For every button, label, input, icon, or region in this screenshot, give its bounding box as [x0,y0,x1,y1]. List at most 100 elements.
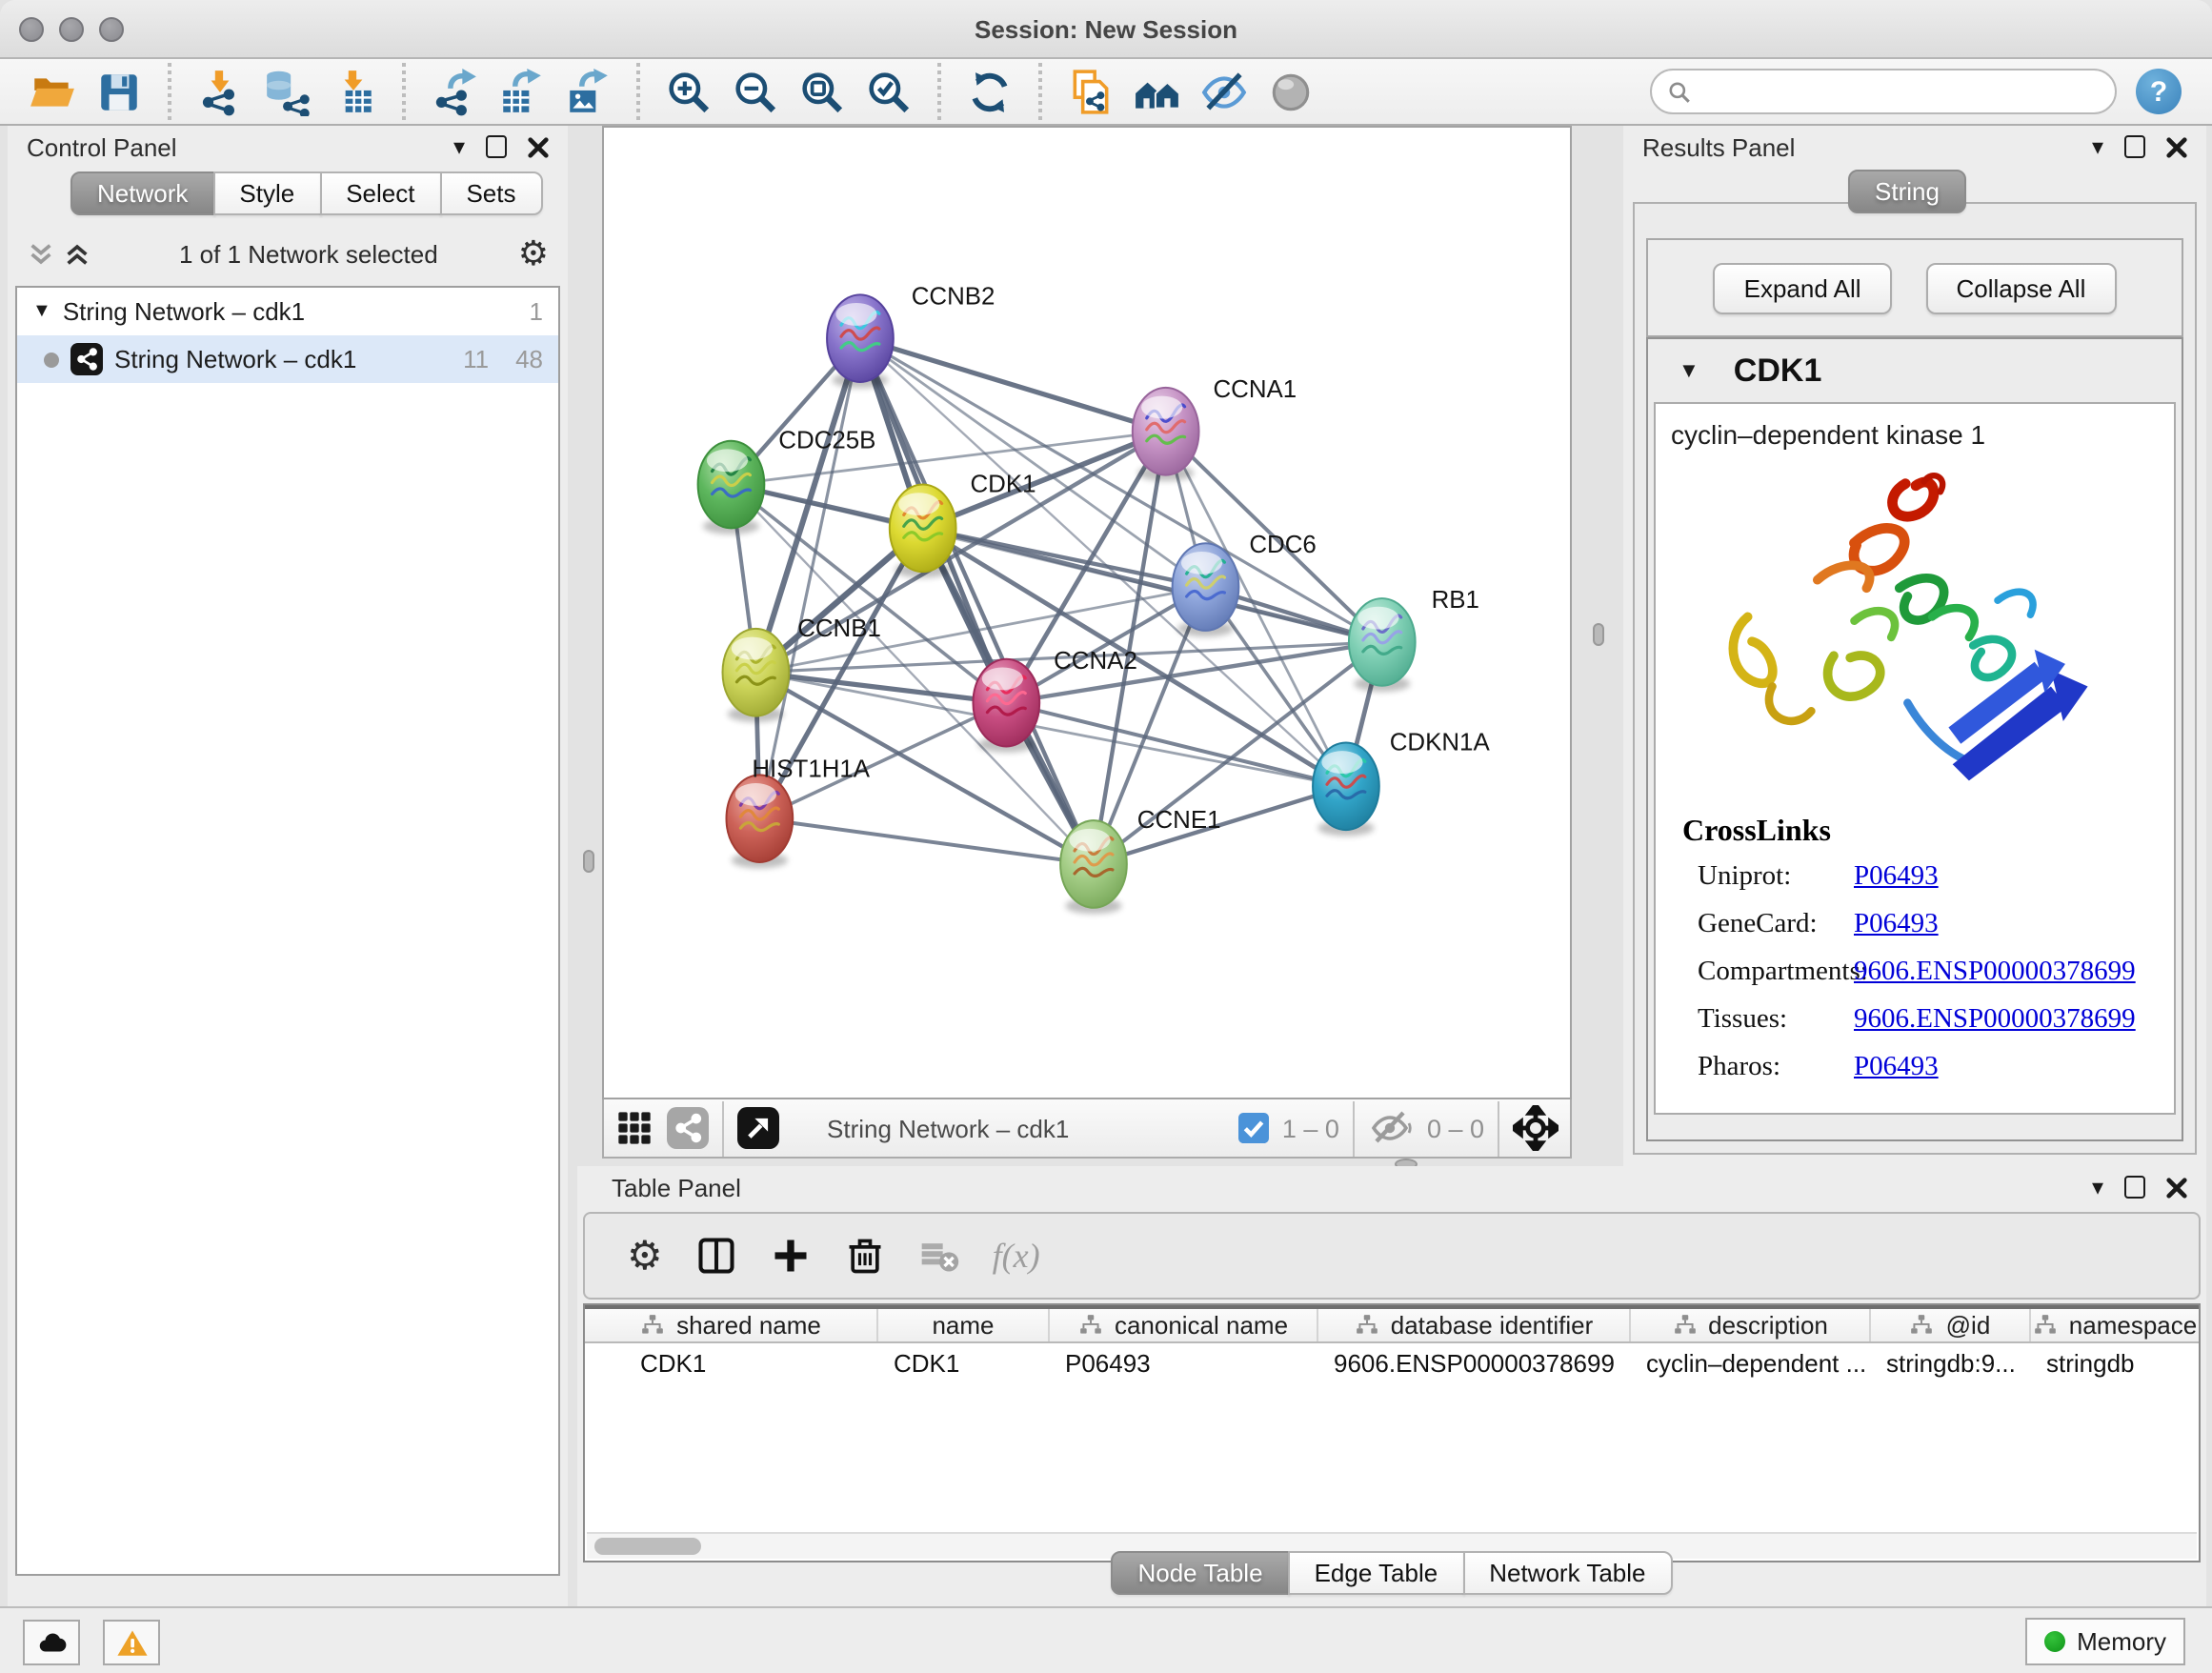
selected-checkbox-icon[interactable] [1238,1113,1269,1143]
network-status-dot [44,352,59,367]
column-header-database-identifier[interactable]: database identifier [1318,1309,1631,1341]
node-label: CCNB1 [797,615,881,642]
network-canvas[interactable]: CCNB2CCNA1CDC25BCDK1CDC6RB1CCNB1CCNA2CDK… [602,126,1572,1099]
float-panel-icon[interactable] [2124,1176,2145,1199]
warning-status-button[interactable] [103,1620,160,1665]
cell-shared-name[interactable]: CDK1 [585,1343,878,1381]
network-view-share-icon[interactable] [667,1107,709,1149]
gene-detail-card: cyclin–dependent kinase 1 [1654,402,2176,1115]
float-panel-icon[interactable] [2124,135,2145,158]
panel-menu-icon[interactable]: ▾ [2092,135,2103,158]
collapse-all-icon[interactable] [27,239,55,268]
column-header-namespace[interactable]: namespace [2031,1309,2199,1341]
left-splitter-handle[interactable] [583,850,594,873]
cell-database-identifier[interactable]: 9606.ENSP00000378699 [1318,1343,1631,1381]
close-panel-icon[interactable] [528,136,549,157]
crosslink-label: Uniprot: [1698,859,1854,896]
node-label: CDK1 [970,471,1036,497]
tab-edge-table[interactable]: Edge Table [1288,1551,1465,1595]
home-panel-icon[interactable] [1132,66,1183,117]
zoom-fit-icon[interactable] [796,66,848,117]
toolbar-divider [1498,1100,1499,1156]
search-input[interactable] [1701,76,2100,107]
panel-menu-icon[interactable]: ▾ [2092,1176,2103,1199]
function-builder-icon-disabled: f(x) [993,1236,1040,1276]
gene-section-header[interactable]: ▼ CDK1 [1648,339,2182,402]
grid-view-icon[interactable] [615,1109,654,1147]
cell-name[interactable]: CDK1 [878,1343,1050,1381]
hidden-eye-slash-icon[interactable] [1368,1105,1414,1151]
help-icon[interactable]: ? [2136,69,2182,114]
show-columns-icon[interactable] [695,1235,737,1277]
string-network-icon [70,343,103,375]
cell-canonical-name[interactable]: P06493 [1050,1343,1318,1381]
crosslink-link[interactable]: P06493 [1854,1050,1939,1086]
crosslink-link[interactable]: P06493 [1854,907,1939,943]
column-header-canonical-name[interactable]: canonical name [1050,1309,1318,1341]
import-table-file-icon[interactable] [328,66,379,117]
import-network-database-icon[interactable] [261,66,312,117]
birds-eye-crosshair-icon[interactable] [1513,1105,1558,1151]
column-header-description[interactable]: description [1631,1309,1871,1341]
network-collection-row[interactable]: ▼ String Network – cdk1 1 [17,288,558,335]
gene-expander-icon[interactable]: ▼ [1679,359,1699,382]
save-session-icon[interactable] [93,66,145,117]
tab-node-table[interactable]: Node Table [1111,1551,1289,1595]
export-network-icon[interactable] [429,66,480,117]
expand-all-icon[interactable] [63,239,91,268]
export-image-icon[interactable] [562,66,613,117]
import-network-file-icon[interactable] [194,66,246,117]
clone-network-icon[interactable] [1065,66,1116,117]
memory-button[interactable]: Memory [2025,1618,2185,1665]
open-session-icon[interactable] [27,66,78,117]
hide-selected-icon[interactable] [1198,66,1250,117]
expand-all-button[interactable]: Expand All [1714,262,1892,313]
create-column-icon[interactable] [770,1235,812,1277]
panel-menu-icon[interactable]: ▾ [453,135,465,158]
network-graph[interactable]: CCNB2CCNA1CDC25BCDK1CDC6RB1CCNB1CCNA2CDK… [604,128,1570,1098]
cell-description[interactable]: cyclin–dependent ... [1631,1343,1871,1381]
zoom-selected-icon[interactable] [863,66,915,117]
detach-view-icon[interactable] [737,1107,779,1149]
crosslink-link[interactable]: P06493 [1854,859,1939,896]
close-panel-icon[interactable] [2166,1177,2187,1198]
node-label: CDC6 [1249,532,1316,558]
right-splitter-handle[interactable] [1593,623,1604,646]
network-row-label: String Network – cdk1 [114,345,356,373]
minimize-window-button[interactable] [59,17,84,42]
tab-style[interactable]: Style [212,171,321,215]
cloud-status-button[interactable] [23,1620,80,1665]
toolbar-divider [722,1100,724,1156]
column-header-id[interactable]: @id [1871,1309,2031,1341]
zoom-out-icon[interactable] [730,66,781,117]
crosslink-link[interactable]: 9606.ENSP00000378699 [1854,955,2136,991]
zoom-in-icon[interactable] [663,66,714,117]
results-panel-titlebar: Results Panel ▾ [1623,126,2206,168]
close-window-button[interactable] [19,17,44,42]
zoom-window-button[interactable] [99,17,124,42]
tab-select[interactable]: Select [319,171,441,215]
show-all-icon[interactable] [1265,66,1317,117]
network-row[interactable]: String Network – cdk1 11 48 [17,335,558,383]
delete-column-icon[interactable] [844,1235,886,1277]
column-header-shared-name[interactable]: shared name [585,1309,878,1341]
results-panel-title: Results Panel [1642,132,1795,161]
close-panel-icon[interactable] [2166,136,2187,157]
export-table-icon[interactable] [495,66,547,117]
network-options-gear-icon[interactable]: ⚙ [518,236,549,271]
tab-network[interactable]: Network [70,171,214,215]
cell-namespace[interactable]: stringdb [2031,1343,2199,1381]
crosslink-link[interactable]: 9606.ENSP00000378699 [1854,1002,2136,1038]
tab-sets[interactable]: Sets [439,171,542,215]
tab-network-table[interactable]: Network Table [1462,1551,1672,1595]
node-label: CCNB2 [912,283,995,310]
collection-expander-icon[interactable]: ▼ [32,301,51,322]
table-options-gear-icon[interactable]: ⚙ [627,1236,663,1276]
float-panel-icon[interactable] [486,135,507,158]
table-row[interactable]: CDK1 CDK1 P06493 9606.ENSP00000378699 cy… [585,1343,2199,1381]
collapse-all-button[interactable]: Collapse All [1926,262,2117,313]
apply-layout-icon[interactable] [964,66,1016,117]
tab-string[interactable]: String [1848,170,1966,213]
cell-id[interactable]: stringdb:9... [1871,1343,2031,1381]
column-header-name[interactable]: name [878,1309,1050,1341]
